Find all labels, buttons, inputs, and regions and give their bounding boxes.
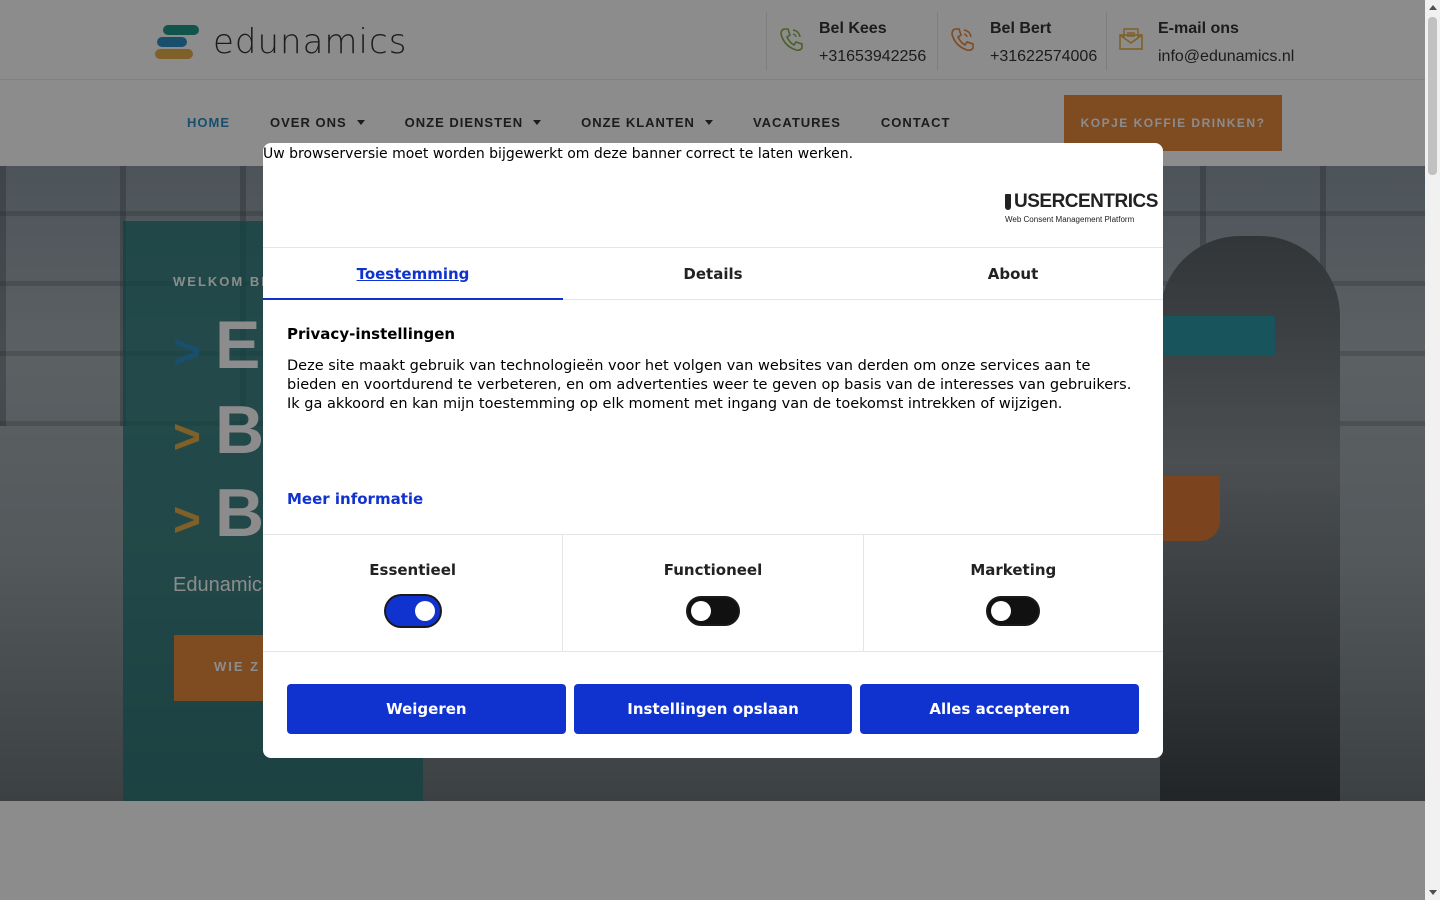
deny-button[interactable]: Weigeren [287, 684, 566, 734]
consent-body: Deze site maakt gebruik van technologieë… [287, 358, 1132, 412]
shield-icon [1005, 194, 1011, 210]
brand-tagline: Web Consent Management Platform [1005, 215, 1135, 224]
tab-toestemming[interactable]: Toestemming [263, 248, 563, 300]
more-info-link[interactable]: Meer informatie [287, 490, 423, 508]
marketing-toggle[interactable] [986, 596, 1041, 626]
category-label: Essentieel [369, 561, 457, 579]
save-settings-button[interactable]: Instellingen opslaan [573, 684, 853, 734]
brand-name: USERCENTRICS [1014, 191, 1158, 212]
consent-content: Privacy-instellingen Deze site maakt geb… [287, 325, 1137, 413]
accept-all-button[interactable]: Alles accepteren [860, 684, 1140, 734]
category-essentieel: Essentieel [263, 535, 564, 651]
consent-categories: Essentieel Functioneel Marketing [263, 534, 1163, 652]
browser-warning: Uw browserversie moet worden bijgewerkt … [263, 146, 854, 162]
functioneel-toggle[interactable] [685, 596, 740, 626]
tab-details[interactable]: Details [563, 248, 863, 299]
category-marketing: Marketing [864, 535, 1163, 651]
essentieel-toggle[interactable] [385, 596, 440, 626]
consent-title: Privacy-instellingen [287, 325, 456, 343]
usercentrics-logo: USERCENTRICS Web Consent Management Plat… [1005, 191, 1158, 224]
category-functioneel: Functioneel [563, 535, 864, 651]
category-label: Functioneel [663, 561, 763, 579]
tab-about[interactable]: About [863, 248, 1163, 299]
scroll-up-icon[interactable] [1429, 5, 1437, 10]
consent-tabs: Toestemming Details About [263, 247, 1163, 300]
consent-actions: Weigeren Instellingen opslaan Alles acce… [287, 684, 1140, 734]
category-label: Marketing [970, 561, 1057, 579]
scrollbar-thumb[interactable] [1428, 17, 1437, 175]
consent-dialog: Uw browserversie moet worden bijgewerkt … [263, 143, 1163, 758]
page-scrollbar[interactable] [1425, 0, 1440, 900]
scroll-down-icon[interactable] [1429, 890, 1437, 895]
